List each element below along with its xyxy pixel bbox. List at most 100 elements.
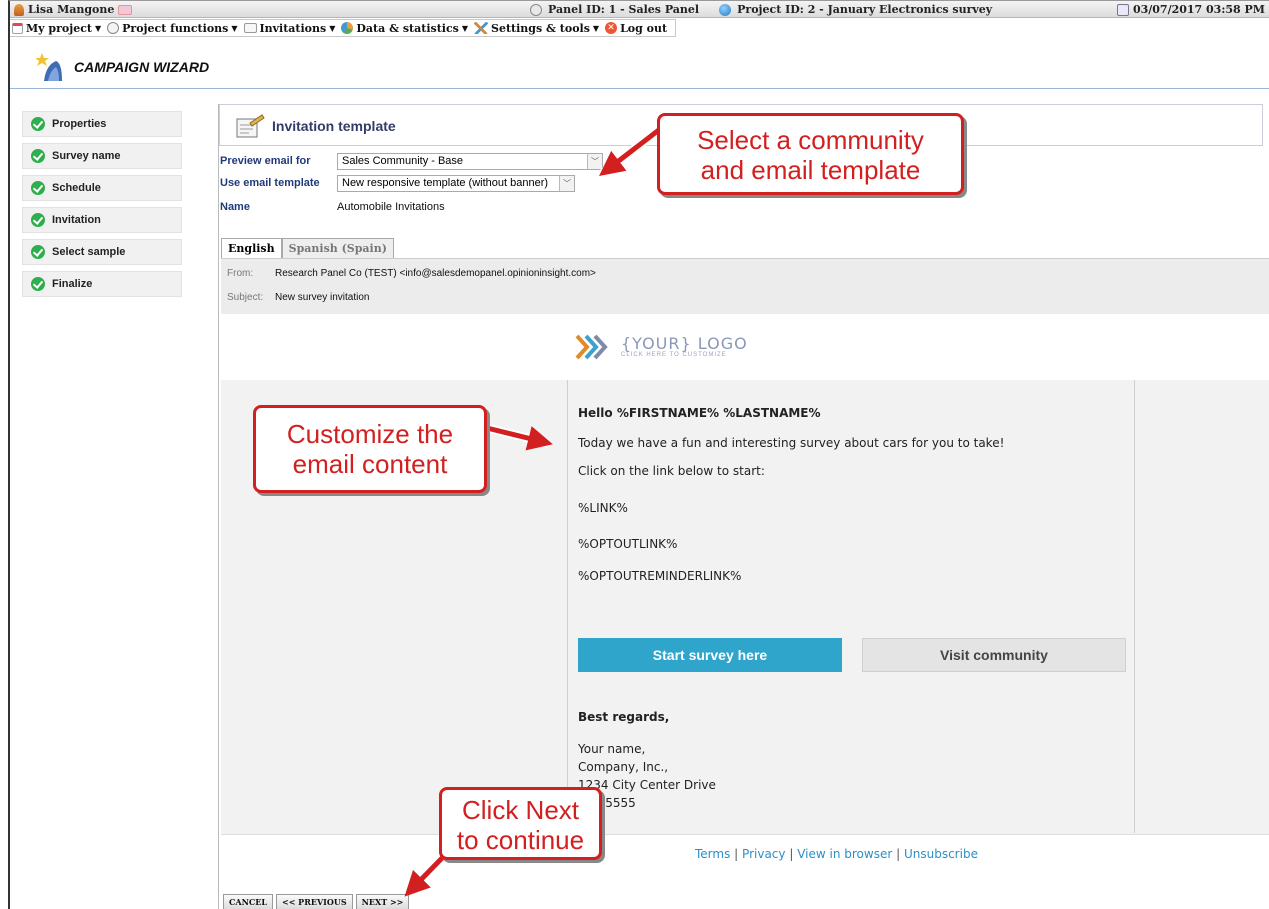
status-bar: Lisa Mangone Panel ID: 1 - Sales Panel P… [10,1,1269,18]
view-in-browser-link[interactable]: View in browser [797,847,892,861]
project-functions-icon [107,22,120,34]
callout-customize-content: Customize the email content [253,405,487,493]
menu-label: Settings & tools [491,21,590,35]
name-value: Automobile Invitations [337,201,445,213]
user-info[interactable]: Lisa Mangone [14,3,133,16]
signature-name: Your name, [578,742,646,756]
logout-icon: ✕ [605,22,618,34]
menu-label: Log out [620,21,668,35]
next-button[interactable]: NEXT >> [355,894,410,909]
project-info: Panel ID: 1 - Sales Panel Project ID: 2 … [530,3,992,16]
menu-label: Data & statistics [356,21,459,35]
body-line-1: Today we have a fun and interesting surv… [578,436,1005,450]
step-finalize[interactable]: Finalize [22,271,182,297]
panel-id: Panel ID: 1 - Sales Panel [548,3,700,16]
email-header: From: Research Panel Co (TEST) <info@sal… [221,258,1269,314]
step-properties[interactable]: Properties [22,111,182,137]
tools-icon [474,22,489,34]
language-tabs: English Spanish (Spain) [221,238,394,258]
preview-email-row: Preview email for Sales Community - Base… [220,152,603,170]
callout-text: email content [292,449,448,479]
menu-settings-tools[interactable]: Settings & tools ▼ [472,22,603,35]
chevron-down-icon: ▼ [592,23,600,33]
optout-reminder-placeholder: %OPTOUTREMINDERLINK% [578,569,742,583]
email-template-label: Use email template [220,177,320,189]
mail-icon[interactable] [118,4,133,15]
callout-select-template: Select a community and email template [657,113,964,195]
user-icon [14,3,24,16]
chevron-down-icon: ▼ [231,23,238,33]
preview-email-value: Sales Community - Base [342,155,464,167]
project-icon [719,3,732,16]
menu-my-project[interactable]: My project ▼ [10,22,105,35]
from-value: Research Panel Co (TEST) <info@salesdemo… [275,268,596,279]
step-select-sample[interactable]: Select sample [22,239,182,265]
step-schedule[interactable]: Schedule [22,175,182,201]
main-menu: My project ▼ Project functions ▼ Invitat… [10,19,677,37]
separator: | [789,847,794,861]
wizard-header: CAMPAIGN WIZARD [10,45,1269,89]
logo-placeholder[interactable]: {YOUR} LOGO CLICK HERE TO CUSTOMIZE [573,330,748,364]
user-name: Lisa Mangone [28,3,115,16]
from-row: From: Research Panel Co (TEST) <info@sal… [227,268,596,279]
email-template-value: New responsive template (without banner) [342,177,549,189]
callout-text: Click Next [461,795,579,825]
terms-link[interactable]: Terms [695,847,730,861]
step-label: Properties [52,118,107,130]
envelope-icon [243,23,257,33]
optout-placeholder: %OPTOUTLINK% [578,537,678,551]
chevron-down-icon: ﹀ [559,175,574,191]
tab-english[interactable]: English [221,238,282,258]
step-label: Survey name [52,150,121,162]
menu-label: My project [26,21,92,35]
regards: Best regards, [578,710,670,724]
preview-email-select[interactable]: Sales Community - Base ﹀ [337,152,603,170]
check-icon [31,277,45,291]
footer-links: Terms | Privacy | View in browser | Unsu… [695,847,978,861]
callout-text: Customize the [286,419,454,449]
logo-text: {YOUR} LOGO [621,334,748,353]
wizard-steps: Properties Survey name Schedule Invitati… [22,111,182,303]
from-label: From: [227,268,254,279]
tab-spanish[interactable]: Spanish (Spain) [281,238,394,258]
callout-text: Select a community [697,125,924,155]
callout-text: and email template [700,155,921,185]
subject-row: Subject: New survey invitation [227,292,369,303]
check-icon [31,245,45,259]
step-label: Schedule [52,182,101,194]
callout-text: to continue [456,825,585,855]
step-label: Invitation [52,214,101,226]
cancel-button[interactable]: CANCEL [223,894,273,909]
menu-log-out[interactable]: ✕ Log out [603,22,671,35]
privacy-link[interactable]: Privacy [742,847,785,861]
separator: | [896,847,901,861]
datetime-text: 03/07/2017 03:58 PM [1132,3,1265,16]
check-icon [31,213,45,227]
email-template-select[interactable]: New responsive template (without banner)… [337,174,575,192]
menu-invitations[interactable]: Invitations ▼ [242,22,340,35]
previous-button[interactable]: << PREVIOUS [275,894,353,909]
start-survey-button[interactable]: Start survey here [578,638,842,672]
body-line-2: Click on the link below to start: [578,464,765,478]
step-label: Select sample [52,246,126,258]
name-row: Name Automobile Invitations [220,198,445,216]
unsubscribe-link[interactable]: Unsubscribe [904,847,978,861]
check-icon [31,181,45,195]
app-window: Lisa Mangone Panel ID: 1 - Sales Panel P… [8,0,1269,909]
menu-label: Project functions [122,21,229,35]
step-label: Finalize [52,278,93,290]
email-footer: Terms | Privacy | View in browser | Unsu… [221,834,1269,882]
email-body[interactable]: Hello %FIRSTNAME% %LASTNAME% Today we ha… [567,380,1135,833]
logo-band: {YOUR} LOGO CLICK HERE TO CUSTOMIZE [221,314,1269,380]
template-icon [236,114,265,138]
menu-project-functions[interactable]: Project functions ▼ [105,22,241,35]
chevron-down-icon: ﹀ [587,153,602,169]
check-icon [31,149,45,163]
wizard-title: CAMPAIGN WIZARD [74,59,210,75]
email-preview: {YOUR} LOGO CLICK HERE TO CUSTOMIZE Hell… [221,314,1269,882]
chevron-down-icon: ▼ [329,23,336,33]
step-survey-name[interactable]: Survey name [22,143,182,169]
visit-community-button[interactable]: Visit community [862,638,1126,672]
menu-data-statistics[interactable]: Data & statistics ▼ [339,22,472,35]
step-invitation[interactable]: Invitation [22,207,182,233]
